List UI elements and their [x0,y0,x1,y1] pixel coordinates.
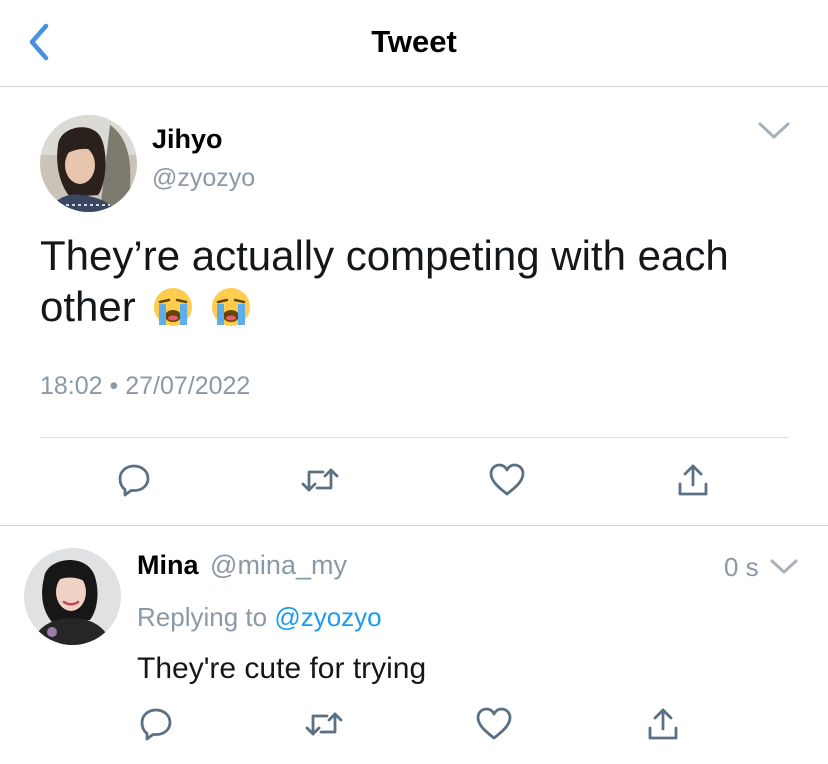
chevron-down-icon [770,559,798,574]
reply-tweet[interactable]: Mina @mina_my 0 s Replying to @zyozyo Th… [0,526,828,764]
tweet-actions [0,458,828,506]
reply-actions [0,702,828,750]
like-icon [489,463,525,496]
tweet-menu-button[interactable] [756,116,792,146]
reply-author-handle[interactable]: @mina_my [210,550,347,580]
retweet-icon [301,468,339,492]
avatar[interactable] [24,548,121,645]
like-button[interactable] [472,702,516,746]
reply-author-name[interactable]: Mina [137,550,199,580]
reply-button[interactable] [112,458,156,502]
reply-text: They're cute for trying [137,652,427,685]
chevron-down-icon [758,122,790,139]
retweet-icon [305,712,343,736]
reply-header: Mina @mina_my [137,550,347,581]
share-icon [678,464,708,496]
main-tweet: Jihyo @zyozyo They’re actually competing… [0,88,828,525]
avatar[interactable] [40,115,137,212]
divider [40,437,788,438]
retweet-button[interactable] [298,458,342,502]
reply-icon [118,464,150,497]
reply-button[interactable] [134,702,178,746]
replying-to: Replying to @zyozyo [137,602,382,633]
share-icon [648,708,678,740]
tweet-timestamp: 18:02 • 27/07/2022 [40,372,251,400]
page-title: Tweet [371,24,457,59]
loudly-crying-face-icon [153,287,193,338]
loudly-crying-face-icon [211,287,251,338]
author-name[interactable]: Jihyo [152,124,223,155]
share-button[interactable] [641,702,685,746]
tweet-detail-screen: Tweet Jihyo @zyozyo They’re actually com… [0,0,828,764]
retweet-button[interactable] [302,702,346,746]
replying-to-label: Replying to [137,602,268,632]
reply-time: 0 s [724,552,759,582]
share-button[interactable] [671,458,715,502]
reply-menu-button[interactable] [768,552,800,582]
like-button[interactable] [485,458,529,502]
author-handle[interactable]: @zyozyo [152,164,255,193]
tweet-text-content: They’re actually competing with each oth… [40,232,729,330]
replying-to-link[interactable]: @zyozyo [274,602,381,632]
reply-icon [140,708,172,741]
nav-bar: Tweet [0,0,828,87]
like-icon [476,707,512,740]
tweet-text: They’re actually competing with each oth… [40,230,790,338]
